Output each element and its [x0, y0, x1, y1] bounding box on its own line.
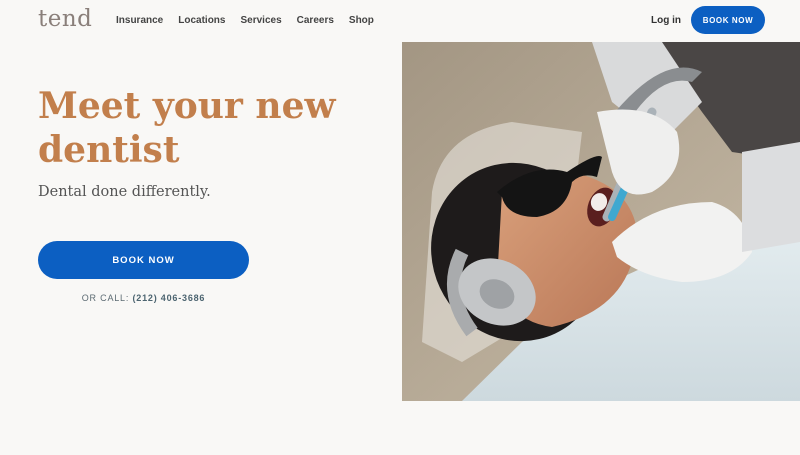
nav-shop[interactable]: Shop [349, 15, 374, 26]
hero-headline: Meet your new dentist [38, 85, 336, 171]
call-line: OR CALL: (212) 406-3686 [38, 293, 249, 303]
main-nav: Insurance Locations Services Careers Sho… [116, 15, 389, 26]
hero-photo-dental-patient [402, 42, 800, 401]
tend-logo[interactable]: tend [38, 6, 92, 32]
call-prefix: OR CALL: [81, 293, 130, 303]
nav-careers[interactable]: Careers [297, 15, 334, 26]
phone-link[interactable]: (212) 406-3686 [132, 293, 205, 303]
header-book-now-button[interactable]: BOOK NOW [691, 6, 765, 34]
nav-services[interactable]: Services [240, 15, 281, 26]
nav-insurance[interactable]: Insurance [116, 15, 163, 26]
login-link[interactable]: Log in [651, 15, 681, 26]
hero-subhead: Dental done differently. [38, 184, 211, 200]
nav-locations[interactable]: Locations [178, 15, 225, 26]
site-header: tend Insurance Locations Services Career… [0, 0, 800, 42]
hero-book-now-button[interactable]: BOOK NOW [38, 241, 249, 279]
